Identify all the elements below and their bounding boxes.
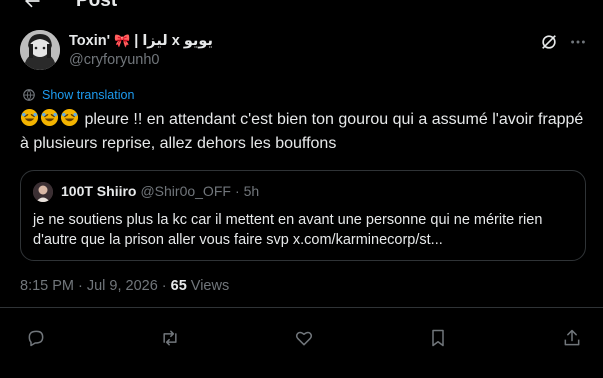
grok-icon[interactable]	[540, 33, 558, 51]
rolling-laughing-emoji-icon	[20, 108, 39, 127]
quote-author-name[interactable]: 100T Shiiro	[61, 183, 136, 199]
tweet-body: pleure !! en attendant c'est bien ton go…	[20, 111, 584, 152]
repost-icon[interactable]	[160, 328, 180, 348]
meta-separator: ·	[78, 278, 83, 294]
post-meta: 8:15 PM · Jul 9, 2026 · 65 Views	[20, 278, 229, 294]
quote-header: 100T Shiiro @Shir0o_OFF · 5h	[61, 183, 259, 199]
translate-icon	[23, 89, 35, 101]
post-date[interactable]: Jul 9, 2026	[87, 278, 158, 294]
reply-icon[interactable]	[26, 328, 46, 348]
quote-time[interactable]: 5h	[244, 183, 260, 199]
show-translation-link[interactable]: Show translation	[22, 88, 134, 102]
more-icon[interactable]	[569, 33, 587, 51]
action-bar	[0, 328, 603, 350]
author-handle[interactable]: @cryforyunh0	[69, 52, 159, 68]
bow-emoji: 🎀	[114, 33, 131, 48]
share-icon[interactable]	[562, 328, 582, 348]
rolling-laughing-emoji-icon	[60, 108, 79, 127]
top-bar: Post	[0, 0, 603, 14]
rolling-laughing-emoji-icon	[40, 108, 59, 127]
quote-avatar[interactable]	[33, 182, 53, 202]
author-display-name[interactable]: Toxin'	[69, 33, 110, 49]
quoted-post[interactable]: 100T Shiiro @Shir0o_OFF · 5h je ne souti…	[20, 170, 586, 261]
avatar[interactable]	[20, 30, 60, 70]
divider	[0, 307, 603, 308]
bookmark-icon[interactable]	[428, 328, 448, 348]
tweet-text: pleure !! en attendant c'est bien ton go…	[20, 108, 590, 156]
arrow-left-icon[interactable]	[22, 0, 42, 11]
show-translation-label[interactable]: Show translation	[42, 88, 134, 102]
post-time[interactable]: 8:15 PM	[20, 278, 74, 294]
page-title: Post	[76, 0, 118, 11]
author-name-suffix[interactable]: | لیزا x یویو	[134, 33, 213, 49]
author-name-row[interactable]: Toxin' 🎀 | لیزا x یویو	[69, 32, 213, 50]
quote-separator: ·	[234, 183, 240, 199]
quote-author-handle[interactable]: @Shir0o_OFF	[140, 183, 230, 199]
quote-text: je ne soutiens plus la kc car il mettent…	[33, 212, 543, 248]
like-icon[interactable]	[294, 328, 314, 348]
meta-separator: ·	[161, 278, 167, 294]
views-count: 65	[170, 278, 187, 294]
views-label: Views	[190, 278, 230, 294]
